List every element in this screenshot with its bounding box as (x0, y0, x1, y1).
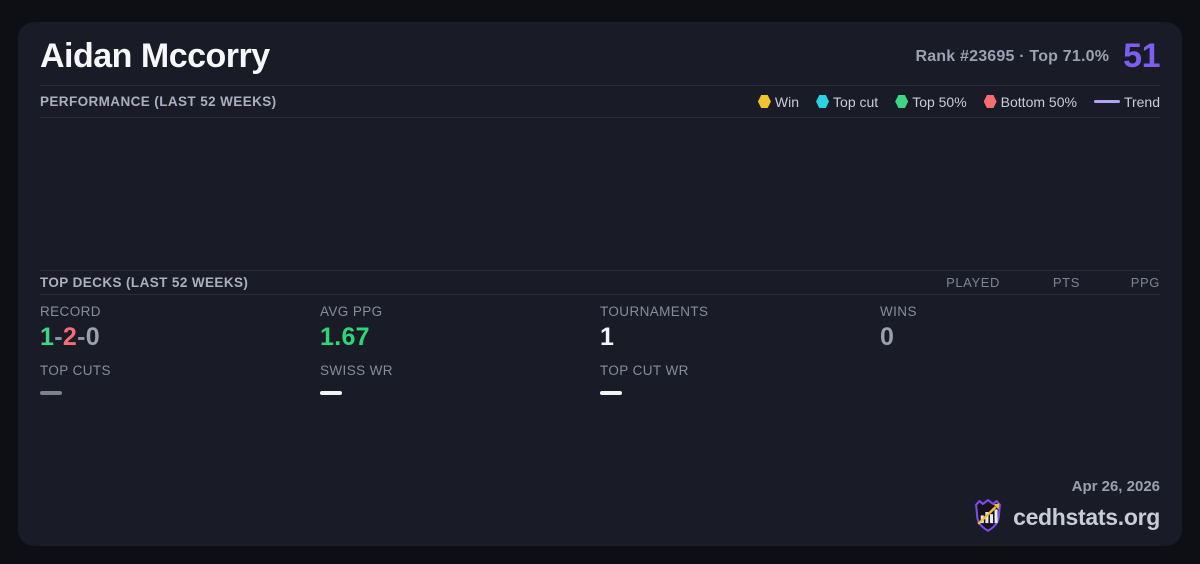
legend-item-top-cut: Top cut (816, 94, 878, 110)
stat-value: 1.67 (320, 325, 600, 350)
stats-grid: RECORD1-2-0TOP CUTSAVG PPG1.67SWISS WRTO… (40, 295, 1160, 547)
legend-item-top-50-: Top 50% (895, 94, 966, 110)
footer: Apr 26, 2026 cedhstats.org (971, 478, 1160, 538)
performance-chart-area (40, 118, 1160, 270)
legend-item-trend: Trend (1094, 94, 1160, 110)
top-decks-header: TOP DECKS (LAST 52 WEEKS) PLAYED PTS PPG (40, 271, 1160, 294)
brand-row: cedhstats.org (971, 497, 1160, 538)
stat-value: 1 (600, 325, 880, 350)
stat-tournaments: TOURNAMENTS 1 TOP CUT WR (600, 295, 880, 395)
stat-avg-ppg: AVG PPG 1.67 SWISS WR (320, 295, 600, 395)
legend-dot-icon (895, 95, 908, 108)
performance-heading: PERFORMANCE (LAST 52 WEEKS) (40, 94, 277, 109)
record-part: 0 (86, 323, 100, 351)
legend-dot-icon (816, 95, 829, 108)
record-part: 1 (40, 323, 54, 351)
record-part: 2 (63, 323, 77, 351)
record-part: - (77, 323, 86, 351)
stat-record: RECORD 1-2-0 TOP CUTS (40, 295, 320, 395)
legend-label: Top cut (833, 94, 878, 110)
empty-value-dash (600, 391, 622, 395)
player-stats-card: Aidan Mccorry Rank #23695 · Top 71.0% 51… (18, 22, 1182, 546)
player-name: Aidan Mccorry (40, 37, 270, 76)
legend-dot-icon (758, 95, 771, 108)
page-background: Aidan Mccorry Rank #23695 · Top 71.0% 51… (0, 0, 1200, 564)
chart-legend: Win Top cut Top 50% Bottom 50% Trend (758, 94, 1160, 110)
stat-sublabel: TOP CUT WR (600, 363, 880, 378)
card-header: Aidan Mccorry Rank #23695 · Top 71.0% 51 (40, 22, 1160, 85)
legend-dot-icon (984, 95, 997, 108)
legend-item-bottom-50-: Bottom 50% (984, 94, 1077, 110)
cedhstats-shield-logo-icon (971, 497, 1005, 538)
legend-label: Top 50% (912, 94, 966, 110)
stat-label: RECORD (40, 304, 320, 319)
legend-item-win: Win (758, 94, 799, 110)
top-decks-heading: TOP DECKS (LAST 52 WEEKS) (40, 275, 920, 290)
record-part: - (54, 323, 63, 351)
empty-value-dash (320, 391, 342, 395)
column-header-played: PLAYED (920, 275, 1000, 290)
legend-label: Bottom 50% (1001, 94, 1077, 110)
stat-label: TOURNAMENTS (600, 304, 880, 319)
stat-label: AVG PPG (320, 304, 600, 319)
legend-label: Win (775, 94, 799, 110)
stat-value: 1-2-0 (40, 325, 320, 350)
stat-sublabel: TOP CUTS (40, 363, 320, 378)
header-right: Rank #23695 · Top 71.0% 51 (915, 37, 1160, 76)
empty-value-dash (40, 391, 62, 395)
player-score: 51 (1123, 37, 1160, 76)
column-header-pts: PTS (1000, 275, 1080, 290)
trend-line-icon (1094, 100, 1120, 103)
rank-text: Rank #23695 · Top 71.0% (915, 48, 1109, 66)
report-date: Apr 26, 2026 (1072, 478, 1160, 495)
stat-sublabel: SWISS WR (320, 363, 600, 378)
stat-value: 0 (880, 325, 1160, 350)
stat-label: WINS (880, 304, 1160, 319)
legend-label: Trend (1124, 94, 1160, 110)
stat-wins: WINS 0 (880, 295, 1160, 395)
brand-name: cedhstats.org (1013, 504, 1160, 531)
performance-header: PERFORMANCE (LAST 52 WEEKS) Win Top cut To… (40, 86, 1160, 117)
column-header-ppg: PPG (1080, 275, 1160, 290)
